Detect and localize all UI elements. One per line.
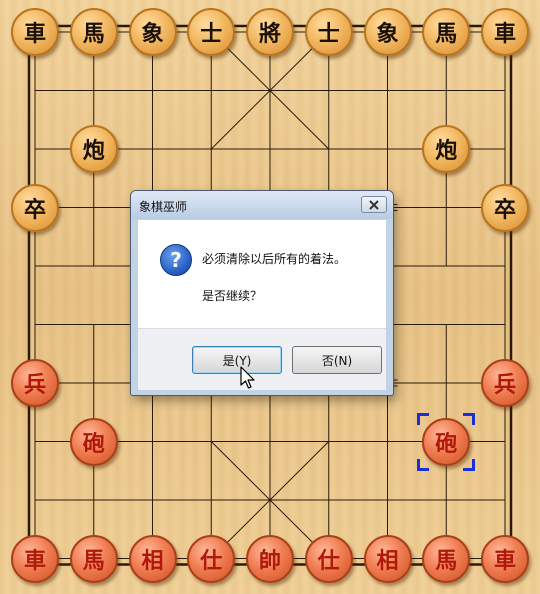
red-piece[interactable]: 仕 bbox=[304, 534, 353, 583]
no-button[interactable]: 否(N) bbox=[292, 346, 382, 374]
red-piece[interactable]: 車 bbox=[11, 534, 59, 583]
close-icon bbox=[369, 199, 379, 210]
red-piece[interactable]: 帥 bbox=[246, 534, 294, 583]
red-piece[interactable]: 砲 bbox=[69, 417, 118, 466]
black-piece[interactable]: 象 bbox=[128, 8, 177, 56]
question-icon: ? bbox=[160, 244, 192, 276]
black-piece[interactable]: 炮 bbox=[422, 125, 471, 173]
yes-button[interactable]: 是(Y) bbox=[192, 346, 282, 374]
dialog-titlebar[interactable]: 象棋巫师 bbox=[131, 191, 393, 219]
selection-box bbox=[417, 412, 476, 471]
dialog-button-bar: 是(Y) 否(N) bbox=[138, 328, 386, 390]
red-piece[interactable]: 兵 bbox=[11, 359, 59, 407]
black-piece[interactable]: 卒 bbox=[481, 183, 529, 232]
black-piece[interactable]: 馬 bbox=[69, 8, 118, 56]
black-piece[interactable]: 炮 bbox=[69, 125, 118, 173]
red-piece[interactable]: 相 bbox=[128, 534, 177, 583]
black-piece[interactable]: 車 bbox=[481, 8, 529, 56]
black-piece[interactable]: 馬 bbox=[422, 8, 471, 56]
close-button[interactable] bbox=[361, 196, 387, 213]
red-piece[interactable]: 兵 bbox=[481, 359, 529, 407]
dialog-question: 是否继续？ bbox=[202, 289, 263, 303]
red-piece[interactable]: 仕 bbox=[187, 534, 236, 583]
black-piece[interactable]: 象 bbox=[363, 8, 412, 56]
red-piece[interactable]: 相 bbox=[363, 534, 412, 583]
red-piece[interactable]: 車 bbox=[481, 534, 529, 583]
black-piece[interactable]: 將 bbox=[246, 8, 294, 56]
black-piece[interactable]: 士 bbox=[187, 8, 236, 56]
black-piece[interactable]: 卒 bbox=[11, 183, 59, 232]
black-piece[interactable]: 士 bbox=[304, 8, 353, 56]
dialog-body: ? 必须清除以后所有的着法。 是否继续？ 是(Y) 否(N) bbox=[138, 220, 386, 390]
mouse-pointer-icon bbox=[240, 366, 255, 389]
red-piece[interactable]: 馬 bbox=[69, 534, 118, 583]
dialog-title: 象棋巫师 bbox=[139, 200, 188, 214]
red-piece[interactable]: 馬 bbox=[422, 534, 471, 583]
confirm-dialog: 象棋巫师 ? 必须清除以后所有的着法。 是否继续？ 是(Y) 否(N) bbox=[130, 190, 394, 396]
black-piece[interactable]: 車 bbox=[11, 8, 59, 56]
dialog-message: 必须清除以后所有的着法。 bbox=[202, 252, 347, 266]
